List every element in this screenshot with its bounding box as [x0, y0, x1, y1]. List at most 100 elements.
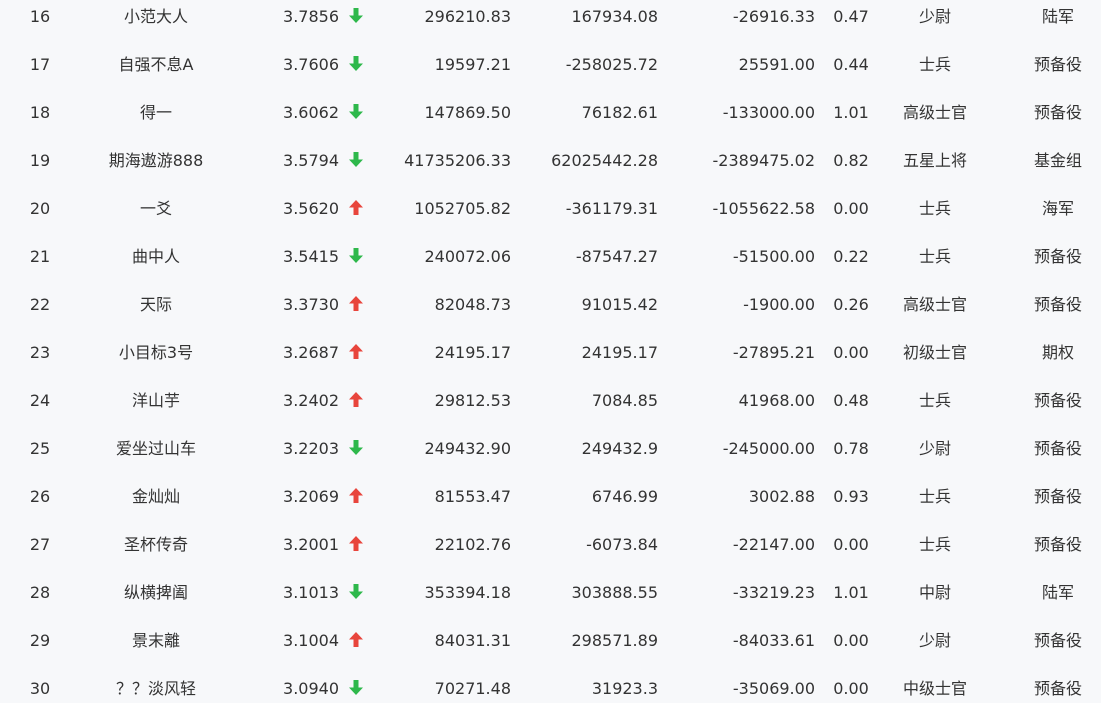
arrow-down-icon	[348, 137, 364, 185]
value-b-cell: 303888.55	[571, 583, 658, 602]
group-cell: 陆军	[1041, 7, 1074, 26]
level-cell: 中尉	[918, 583, 951, 602]
value-a-cell: 24195.17	[434, 343, 511, 362]
ratio-cell: 0.48	[833, 391, 869, 410]
value-b-cell: -258025.72	[565, 55, 658, 74]
level-cell: 高级士官	[902, 295, 967, 314]
trader-name: 天际	[139, 295, 172, 314]
arrow-down-icon	[348, 0, 364, 41]
group-cell: 海军	[1041, 199, 1074, 218]
group-cell: 预备役	[1033, 535, 1082, 554]
value-a-cell: 41735206.33	[404, 151, 511, 170]
score-cell: 3.7856	[283, 7, 339, 26]
table-row[interactable]: 27 圣杯传奇 3.2001 22102.76 -6073.84 -22147.00 0.0…	[0, 521, 1101, 569]
table-row[interactable]: 19 期海遨游888 3.5794 41735206.33 62025442.28 -23…	[0, 137, 1101, 185]
rank-cell: 30	[29, 679, 51, 698]
score-cell: 3.2001	[283, 535, 339, 554]
level-cell: 士兵	[918, 535, 951, 554]
value-a-cell: 70271.48	[434, 679, 511, 698]
value-a-cell: 81553.47	[434, 487, 511, 506]
value-c-cell: -22147.00	[732, 535, 815, 554]
ratio-cell: 0.00	[833, 679, 869, 698]
value-c-cell: -27895.21	[732, 343, 815, 362]
value-a-cell: 147869.50	[424, 103, 511, 122]
trader-name: 爱坐过山车	[115, 439, 196, 458]
trader-name: 自强不息A	[118, 55, 194, 74]
ratio-cell: 0.00	[833, 535, 869, 554]
table-row[interactable]: 22 天际 3.3730 82048.73 91015.42 -1900.00 0.26 高级…	[0, 281, 1101, 329]
arrow-down-icon	[348, 425, 364, 473]
ratio-cell: 1.01	[833, 103, 869, 122]
value-a-cell: 249432.90	[424, 439, 511, 458]
level-cell: 士兵	[918, 55, 951, 74]
trader-name: 洋山芋	[131, 391, 180, 410]
table-row[interactable]: 28 纵横捭阖 3.1013 353394.18 303888.55 -33219.23 1…	[0, 569, 1101, 617]
value-b-cell: 91015.42	[581, 295, 658, 314]
ratio-cell: 0.93	[833, 487, 869, 506]
arrow-up-icon	[348, 521, 364, 569]
value-b-cell: -6073.84	[586, 535, 658, 554]
rank-cell: 26	[29, 487, 51, 506]
table-row[interactable]: 24 洋山芋 3.2402 29812.53 7084.85 41968.00 0.48 士兵…	[0, 377, 1101, 425]
arrow-down-icon	[348, 41, 364, 89]
table-row[interactable]: 23 小目标3号 3.2687 24195.17 24195.17 -27895.21 0.…	[0, 329, 1101, 377]
value-c-cell: -33219.23	[732, 583, 815, 602]
arrow-up-icon	[348, 473, 364, 521]
value-c-cell: 41968.00	[738, 391, 815, 410]
rank-cell: 20	[29, 199, 51, 218]
arrow-down-icon	[348, 233, 364, 281]
rank-cell: 17	[29, 55, 51, 74]
ratio-cell: 1.01	[833, 583, 869, 602]
group-cell: 基金组	[1033, 151, 1082, 170]
trader-name: 景末離	[131, 631, 180, 650]
table-row[interactable]: 26 金灿灿 3.2069 81553.47 6746.99 3002.88 0.93 士兵 预…	[0, 473, 1101, 521]
group-cell: 预备役	[1033, 103, 1082, 122]
arrow-down-icon	[348, 665, 364, 703]
group-cell: 预备役	[1033, 55, 1082, 74]
group-cell: 预备役	[1033, 439, 1082, 458]
group-cell: 预备役	[1033, 487, 1082, 506]
level-cell: 初级士官	[902, 343, 967, 362]
table-row[interactable]: 17 自强不息A 3.7606 19597.21 -258025.72 25591.00 0…	[0, 41, 1101, 89]
arrow-up-icon	[348, 329, 364, 377]
rank-cell: 24	[29, 391, 51, 410]
table-row[interactable]: 29 景末離 3.1004 84031.31 298571.89 -84033.61 0.0…	[0, 617, 1101, 665]
ratio-cell: 0.00	[833, 343, 869, 362]
value-a-cell: 296210.83	[424, 7, 511, 26]
ratio-cell: 0.82	[833, 151, 869, 170]
rank-cell: 25	[29, 439, 51, 458]
level-cell: 少尉	[918, 7, 951, 26]
ratio-cell: 0.26	[833, 295, 869, 314]
score-cell: 3.1013	[283, 583, 339, 602]
trader-name: 纵横捭阖	[123, 583, 188, 602]
level-cell: 士兵	[918, 199, 951, 218]
value-c-cell: -1900.00	[743, 295, 815, 314]
group-cell: 预备役	[1033, 391, 1082, 410]
group-cell: 预备役	[1033, 631, 1082, 650]
score-cell: 3.2069	[283, 487, 339, 506]
trader-name: 一爻	[139, 199, 172, 218]
rank-cell: 16	[29, 7, 51, 26]
rank-cell: 18	[29, 103, 51, 122]
rank-cell: 22	[29, 295, 51, 314]
table-row[interactable]: 16 小范大人 3.7856 296210.83 167934.08 -26916.33 0…	[0, 0, 1101, 41]
group-cell: 预备役	[1033, 679, 1082, 698]
score-cell: 3.2687	[283, 343, 339, 362]
value-b-cell: 24195.17	[581, 343, 658, 362]
arrow-up-icon	[348, 281, 364, 329]
trader-name: 期海遨游888	[108, 151, 204, 170]
table-row[interactable]: 25 爱坐过山车 3.2203 249432.90 249432.9 -245000.00…	[0, 425, 1101, 473]
table-row[interactable]: 21 曲中人 3.5415 240072.06 -87547.27 -51500.00 0.…	[0, 233, 1101, 281]
table-row[interactable]: 30 ？？淡风轻 3.0940 70271.48 31923.3 -35069.00 0.0…	[0, 665, 1101, 703]
value-c-cell: -84033.61	[732, 631, 815, 650]
table-row[interactable]: 20 一爻 3.5620 1052705.82 -361179.31 -1055622.5…	[0, 185, 1101, 233]
ratio-cell: 0.22	[833, 247, 869, 266]
score-cell: 3.7606	[283, 55, 339, 74]
value-a-cell: 22102.76	[434, 535, 511, 554]
table-row[interactable]: 18 得一 3.6062 147869.50 76182.61 -133000.00 1.0…	[0, 89, 1101, 137]
trader-name: 得一	[139, 103, 172, 122]
trader-name: 圣杯传奇	[123, 535, 188, 554]
value-a-cell: 1052705.82	[414, 199, 511, 218]
level-cell: 高级士官	[902, 103, 967, 122]
rank-cell: 21	[29, 247, 51, 266]
